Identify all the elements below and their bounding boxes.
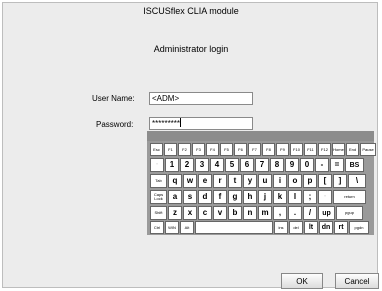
key-k[interactable]: k bbox=[273, 190, 287, 204]
key-0[interactable]: 0 bbox=[300, 158, 314, 172]
key-g[interactable]: g bbox=[228, 190, 242, 204]
key-return[interactable]: return bbox=[333, 190, 366, 204]
key-f11[interactable]: F11 bbox=[304, 143, 317, 156]
key-sym39[interactable]: ' bbox=[318, 190, 332, 204]
key-b[interactable]: b bbox=[228, 206, 242, 220]
window-title: ISCUSflex CLIA module bbox=[143, 6, 239, 16]
key-r[interactable]: r bbox=[213, 174, 227, 188]
key-ins[interactable]: ins bbox=[274, 221, 288, 234]
key-3[interactable]: 3 bbox=[195, 158, 209, 172]
key-v[interactable]: v bbox=[213, 206, 227, 220]
key-tab[interactable]: Tab bbox=[150, 174, 167, 188]
key-n[interactable]: n bbox=[243, 206, 257, 220]
key-f10[interactable]: F10 bbox=[290, 143, 303, 156]
key-sym93[interactable]: ] bbox=[333, 174, 347, 188]
key-q[interactable]: q bbox=[168, 174, 182, 188]
key-win[interactable]: WIN bbox=[165, 221, 179, 234]
key-sym92[interactable]: \ bbox=[348, 174, 366, 188]
password-input[interactable]: ********* bbox=[149, 117, 253, 130]
key-pgdn[interactable]: pgdn bbox=[349, 221, 369, 234]
key-m[interactable]: m bbox=[258, 206, 272, 220]
cancel-button[interactable]: Cancel bbox=[335, 273, 379, 289]
key-f6[interactable]: F6 bbox=[234, 143, 247, 156]
keyboard-title-bar bbox=[147, 131, 374, 141]
key-p[interactable]: p bbox=[303, 174, 317, 188]
key-alt[interactable]: Alt bbox=[180, 221, 194, 234]
key-9[interactable]: 9 bbox=[285, 158, 299, 172]
key-rt[interactable]: rt bbox=[334, 221, 348, 234]
key-l[interactable]: l bbox=[288, 190, 302, 204]
key-f3[interactable]: F3 bbox=[192, 143, 205, 156]
key-f[interactable]: f bbox=[213, 190, 227, 204]
key-5[interactable]: 5 bbox=[225, 158, 239, 172]
key-sym59[interactable]: ; bbox=[303, 190, 317, 204]
key-u[interactable]: u bbox=[258, 174, 272, 188]
key-pause[interactable]: Pause bbox=[360, 143, 376, 156]
key-d[interactable]: d bbox=[198, 190, 212, 204]
key-pgup[interactable]: pgup bbox=[336, 206, 363, 220]
key-f9[interactable]: F9 bbox=[276, 143, 289, 156]
dialog-heading: Administrator login bbox=[153, 44, 229, 54]
ok-button[interactable]: OK bbox=[281, 273, 323, 289]
user-name-label: User Name: bbox=[92, 94, 135, 103]
key-sym39[interactable]: ' bbox=[150, 158, 164, 172]
key-sym91[interactable]: [ bbox=[318, 174, 332, 188]
key-s[interactable]: s bbox=[183, 190, 197, 204]
key-lt[interactable]: lt bbox=[304, 221, 318, 234]
key-w[interactable]: w bbox=[183, 174, 197, 188]
key-home[interactable]: Home bbox=[332, 143, 345, 156]
key-sym45[interactable]: - bbox=[315, 158, 329, 172]
key-sym46[interactable]: . bbox=[288, 206, 302, 220]
key-8[interactable]: 8 bbox=[270, 158, 284, 172]
key-f12[interactable]: F12 bbox=[318, 143, 331, 156]
password-value: ********* bbox=[152, 119, 181, 128]
key-f7[interactable]: F7 bbox=[248, 143, 261, 156]
key-f1[interactable]: F1 bbox=[164, 143, 177, 156]
key-up[interactable]: up bbox=[318, 206, 335, 220]
key-f5[interactable]: F5 bbox=[220, 143, 233, 156]
key-6[interactable]: 6 bbox=[240, 158, 254, 172]
key-sym61[interactable]: = bbox=[330, 158, 344, 172]
key-j[interactable]: j bbox=[258, 190, 272, 204]
key-shift[interactable]: Shift bbox=[150, 206, 167, 220]
key-y[interactable]: y bbox=[243, 174, 257, 188]
key-7[interactable]: 7 bbox=[255, 158, 269, 172]
key-f8[interactable]: F8 bbox=[262, 143, 275, 156]
key-z[interactable]: z bbox=[168, 206, 182, 220]
key-space[interactable] bbox=[195, 221, 273, 234]
key-f2[interactable]: F2 bbox=[178, 143, 191, 156]
text-caret bbox=[180, 118, 182, 127]
key-bs[interactable]: BS bbox=[345, 158, 364, 172]
onscreen-keyboard: Esc F1 F2 F3 F4 F5 F6 F7 F8 F9 F10 F11 F12 Home End Pau… bbox=[147, 131, 376, 235]
key-t[interactable]: t bbox=[228, 174, 242, 188]
key-a[interactable]: a bbox=[168, 190, 182, 204]
key-f4[interactable]: F4 bbox=[206, 143, 219, 156]
key-esc[interactable]: Esc bbox=[150, 143, 163, 156]
key-dn[interactable]: dn bbox=[319, 221, 333, 234]
key-end[interactable]: End bbox=[346, 143, 359, 156]
key-x[interactable]: x bbox=[183, 206, 197, 220]
key-i[interactable]: i bbox=[273, 174, 287, 188]
key-o[interactable]: o bbox=[288, 174, 302, 188]
key-c[interactable]: c bbox=[198, 206, 212, 220]
user-name-input[interactable]: <ADM> bbox=[149, 92, 253, 105]
key-2[interactable]: 2 bbox=[180, 158, 194, 172]
key-caps-lock[interactable]: Caps Lock bbox=[150, 190, 167, 204]
password-label: Password: bbox=[96, 120, 134, 129]
key-sym47[interactable]: / bbox=[303, 206, 317, 220]
key-sym44[interactable]: , bbox=[273, 206, 287, 220]
key-ctrl[interactable]: Ctrl bbox=[150, 221, 164, 234]
key-1[interactable]: 1 bbox=[165, 158, 179, 172]
key-h[interactable]: h bbox=[243, 190, 257, 204]
key-4[interactable]: 4 bbox=[210, 158, 224, 172]
key-del[interactable]: del bbox=[289, 221, 303, 234]
key-e[interactable]: e bbox=[198, 174, 212, 188]
